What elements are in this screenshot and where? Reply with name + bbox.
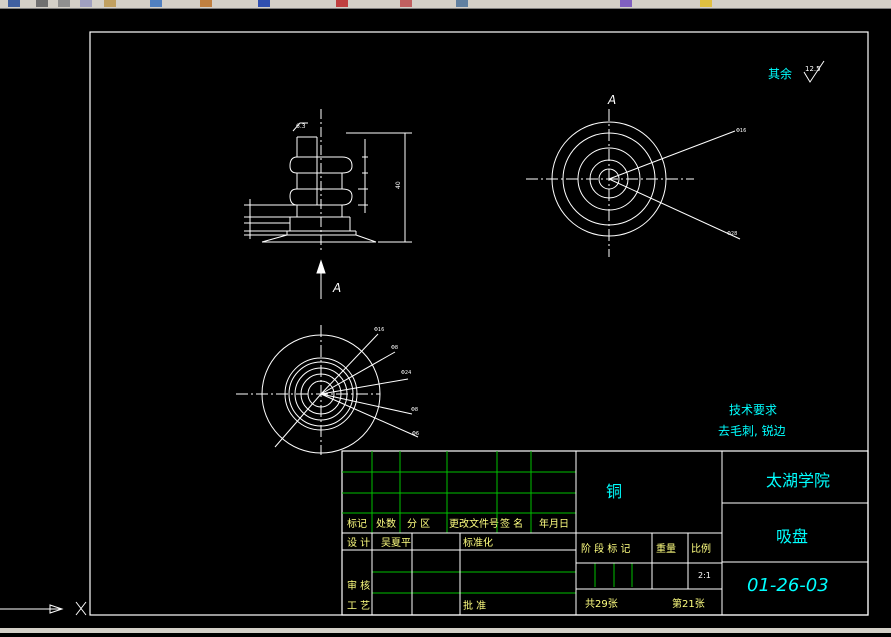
standardize-label: 标准化 — [463, 536, 493, 549]
designer-name: 吴夏平 — [381, 537, 411, 549]
svg-text:Φ16: Φ16 — [374, 327, 384, 333]
svg-text:Φ8: Φ8 — [391, 345, 398, 351]
header-date: 年月日 — [539, 517, 569, 530]
review-label: 审 核 — [347, 579, 370, 592]
undo-icon[interactable] — [150, 0, 162, 7]
svg-text:Φ8: Φ8 — [411, 407, 418, 413]
material: 铜 — [606, 482, 622, 501]
svg-text:Φ24: Φ24 — [401, 370, 411, 376]
print-icon[interactable] — [36, 0, 48, 7]
total-sheets: 共29张 — [585, 598, 618, 610]
sheet-number: 第21张 — [672, 597, 705, 610]
tech-req-text: 去毛刺, 锐边 — [718, 424, 786, 438]
roughness-label: 其余 — [768, 66, 792, 81]
tech-req-title: 技术要求 — [729, 403, 777, 417]
copy-icon[interactable] — [80, 0, 92, 7]
roughness-value: 12.5 — [805, 65, 821, 73]
paste-icon[interactable] — [104, 0, 116, 7]
zoom-icon[interactable] — [336, 0, 348, 7]
header-count: 处数 — [376, 517, 396, 530]
view-a — [526, 109, 741, 257]
stage-label: 阶 段 标 记 — [581, 542, 631, 555]
process-label: 工 艺 — [347, 600, 370, 612]
front-view: 6.3 — [244, 109, 412, 253]
header-signature: 签 名 — [500, 517, 523, 530]
header-zone: 分 区 — [407, 518, 430, 530]
section-arrow-label: A — [332, 281, 341, 295]
drawing-number: 01-26-03 — [747, 575, 829, 596]
view-label-a: A — [607, 93, 616, 107]
cut-icon[interactable] — [58, 0, 70, 7]
svg-text:40: 40 — [395, 181, 402, 189]
ucs-icon — [0, 601, 87, 616]
scale-label: 比例 — [691, 542, 711, 555]
save-icon[interactable] — [8, 0, 20, 7]
design-label: 设 计 — [347, 536, 370, 549]
layer-icon[interactable] — [620, 0, 632, 7]
properties-icon[interactable] — [456, 0, 468, 7]
svg-text:Φ6: Φ6 — [412, 431, 419, 437]
svg-text:Φ28: Φ28 — [727, 231, 737, 237]
approve-label: 批 准 — [463, 599, 486, 612]
color-icon[interactable] — [700, 0, 712, 7]
school-name: 太湖学院 — [766, 471, 830, 490]
drawing-canvas[interactable]: 其余 12.5 6.3 40 A A Φ16 Φ28 Φ16 Φ8 Φ24 Φ8… — [0, 9, 891, 633]
weight-label: 重量 — [656, 542, 676, 555]
section-arrow — [316, 259, 326, 299]
redo-icon[interactable] — [200, 0, 212, 7]
header-mark: 标记 — [347, 518, 367, 530]
scale-value: 2:1 — [698, 571, 711, 580]
part-name: 吸盘 — [776, 527, 808, 546]
pan-icon[interactable] — [258, 0, 270, 7]
svg-text:6.3: 6.3 — [296, 123, 306, 130]
svg-text:Φ16: Φ16 — [736, 128, 746, 134]
zoom-window-icon[interactable] — [400, 0, 412, 7]
toolbar — [0, 0, 891, 9]
header-change-doc: 更改文件号 — [449, 517, 499, 530]
layout-tabs[interactable] — [0, 628, 891, 633]
